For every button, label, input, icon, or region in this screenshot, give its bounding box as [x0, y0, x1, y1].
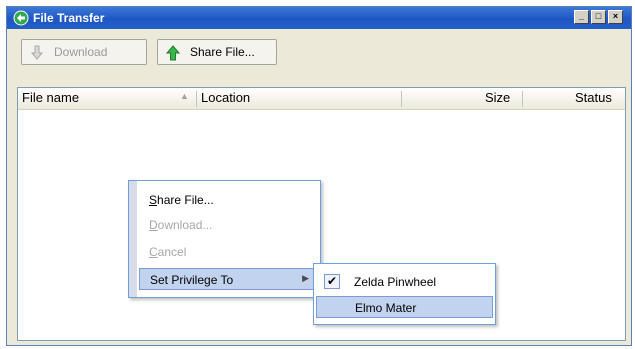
download-arrow-icon	[30, 45, 44, 60]
share-file-button-label: Share File...	[190, 45, 255, 59]
share-file-button[interactable]: Share File...	[157, 39, 277, 65]
menu-gutter	[129, 181, 137, 297]
menu-item-set-privilege[interactable]: Set Privilege To ▶	[139, 268, 318, 290]
column-file-name[interactable]: File name	[22, 90, 79, 105]
column-location[interactable]: Location	[201, 90, 250, 105]
submenu-arrow-icon: ▶	[302, 273, 309, 283]
menu-item-label: Set Privilege To	[150, 273, 234, 287]
submenu-item-elmo-mater[interactable]: Elmo Mater	[316, 296, 493, 318]
list-header: File name ▲ Location Size Status	[18, 88, 625, 110]
column-divider[interactable]	[401, 91, 402, 107]
app-icon	[13, 10, 29, 26]
maximize-button[interactable]: □	[591, 10, 606, 24]
share-arrow-icon	[165, 45, 181, 61]
column-divider[interactable]	[196, 91, 197, 107]
title-bar[interactable]: File Transfer _ □ ×	[7, 7, 631, 29]
checkmark-icon: ✔	[324, 274, 340, 289]
privilege-submenu: ✔ Zelda Pinwheel Elmo Mater	[313, 263, 496, 325]
sort-arrow-icon: ▲	[180, 91, 189, 101]
menu-item-download[interactable]: Download...	[139, 214, 318, 236]
download-button[interactable]: Download	[21, 39, 147, 65]
menu-item-label: Download...	[149, 218, 213, 232]
submenu-item-label: Zelda Pinwheel	[354, 275, 437, 289]
column-size[interactable]: Size	[485, 90, 510, 105]
submenu-item-label: Elmo Mater	[355, 301, 417, 315]
download-button-label: Download	[54, 45, 108, 59]
menu-item-cancel[interactable]: Cancel	[139, 241, 318, 263]
column-status[interactable]: Status	[575, 90, 612, 105]
window-title: File Transfer	[33, 11, 105, 25]
menu-item-label: Cancel	[149, 245, 187, 259]
submenu-item-zelda-pinwheel[interactable]: ✔ Zelda Pinwheel	[316, 271, 493, 293]
minimize-button[interactable]: _	[574, 10, 589, 24]
close-button[interactable]: ×	[608, 10, 623, 24]
menu-item-label: Share File...	[149, 193, 214, 207]
context-menu: Share File... Download... Cancel Set Pri…	[128, 180, 321, 298]
menu-item-share-file[interactable]: Share File...	[139, 189, 318, 211]
column-divider[interactable]	[522, 91, 523, 107]
toolbar: Download Share File...	[7, 29, 631, 85]
